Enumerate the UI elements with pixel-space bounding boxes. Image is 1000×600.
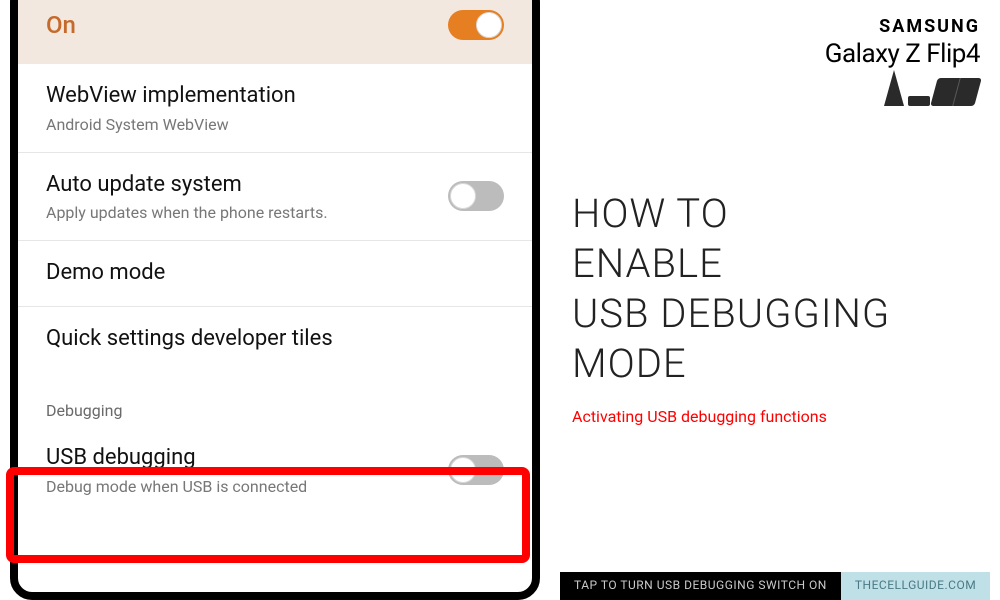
setting-auto-update-system[interactable]: Auto update system Apply updates when th… xyxy=(18,153,532,242)
setting-title: Quick settings developer tiles xyxy=(46,325,504,354)
tutorial-subtitle: Activating USB debugging functions xyxy=(572,407,980,426)
master-toggle-label: On xyxy=(46,11,76,39)
auto-update-toggle[interactable] xyxy=(448,181,504,211)
headline-line: ENABLE xyxy=(572,239,980,289)
setting-webview-implementation[interactable]: WebView implementation Android System We… xyxy=(18,64,532,153)
footer-caption: TAP TO TURN USB DEBUGGING SWITCH ON xyxy=(560,572,841,600)
device-icon xyxy=(884,70,978,106)
settings-list: WebView implementation Android System We… xyxy=(18,64,532,514)
setting-title: Demo mode xyxy=(46,259,504,288)
setting-subtitle: Android System WebView xyxy=(46,115,504,134)
tutorial-headline: HOW TO ENABLE USB DEBUGGING MODE xyxy=(572,189,980,389)
setting-quick-settings-tiles[interactable]: Quick settings developer tiles xyxy=(18,307,532,372)
section-header-debugging: Debugging xyxy=(18,371,532,426)
footer-credit: THECELLGUIDE.COM xyxy=(841,572,990,600)
master-toggle-switch[interactable] xyxy=(448,10,504,40)
tutorial-panel: SAMSUNG Galaxy Z Flip4 HOW TO ENABLE USB… xyxy=(560,0,1000,600)
setting-demo-mode[interactable]: Demo mode xyxy=(18,241,532,307)
footer-bar: TAP TO TURN USB DEBUGGING SWITCH ON THEC… xyxy=(560,572,990,600)
headline-line: USB DEBUGGING xyxy=(572,289,980,339)
setting-title: Auto update system xyxy=(46,171,448,200)
setting-subtitle: Apply updates when the phone restarts. xyxy=(46,203,448,222)
branding-block: SAMSUNG Galaxy Z Flip4 xyxy=(572,16,980,69)
brand-maker: SAMSUNG xyxy=(572,16,980,37)
headline-line: MODE xyxy=(572,339,980,389)
brand-model: Galaxy Z Flip4 xyxy=(572,39,980,69)
setting-title: WebView implementation xyxy=(46,82,504,111)
headline-line: HOW TO xyxy=(572,189,980,239)
developer-options-master-row[interactable]: On xyxy=(18,0,532,64)
highlight-usb-debugging-box xyxy=(6,467,530,563)
